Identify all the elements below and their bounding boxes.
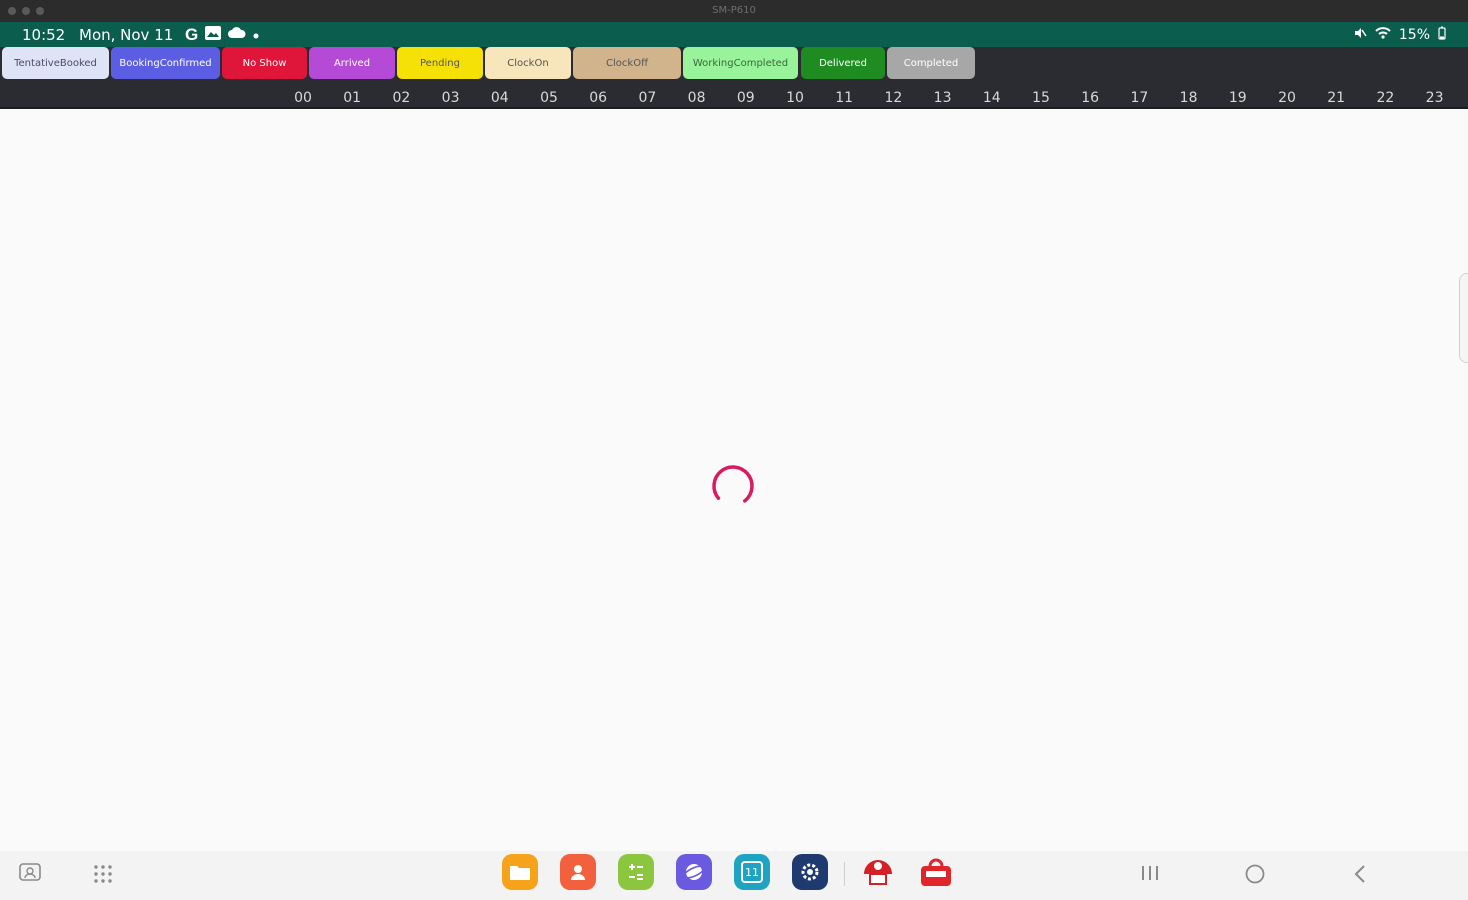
calendar-day: 11	[741, 861, 763, 883]
cloud-icon	[228, 26, 246, 44]
hour-label: 11	[835, 90, 854, 106]
hour-label: 13	[933, 90, 952, 106]
hour-label: 21	[1327, 90, 1346, 106]
battery-percent: 15%	[1398, 27, 1430, 43]
dot-icon	[252, 26, 260, 44]
system-indicators: 15%	[1353, 26, 1446, 44]
hour-label: 03	[441, 90, 460, 106]
hour-label: 08	[687, 90, 706, 106]
legend-chip-arrived[interactable]: Arrived	[309, 47, 395, 79]
hour-label: 20	[1278, 90, 1296, 106]
calculator-icon[interactable]	[618, 854, 654, 890]
hour-label: 16	[1081, 90, 1100, 106]
hour-label: 07	[638, 90, 657, 106]
hour-label: 09	[736, 90, 755, 106]
hour-label: 19	[1228, 90, 1247, 106]
my-files-icon[interactable]	[502, 854, 538, 890]
mute-icon	[1353, 26, 1367, 44]
app-red-shop-icon[interactable]	[918, 854, 954, 890]
legend-chip-bookingconfirmed[interactable]: BookingConfirmed	[111, 47, 220, 79]
hour-label: 17	[1130, 90, 1149, 106]
calendar-icon[interactable]: 11	[734, 854, 770, 890]
status-legend: TentativeBooked BookingConfirmed No Show Ar…	[0, 47, 1468, 81]
loading-spinner	[712, 465, 754, 507]
screenshot-icon[interactable]	[18, 862, 42, 889]
legend-chip-tentativebooked[interactable]: TentativeBooked	[2, 47, 109, 79]
hour-label: 06	[589, 90, 608, 106]
hour-label: 18	[1179, 90, 1198, 106]
legend-chip-completed[interactable]: Completed	[887, 47, 975, 79]
notification-icons: G	[185, 25, 260, 45]
status-bar: 10:52 Mon, Nov 11 G 15%	[0, 22, 1468, 47]
legend-chip-clockoff[interactable]: ClockOff	[573, 47, 681, 79]
legend-chip-no-show[interactable]: No Show	[222, 47, 307, 79]
recents-icon[interactable]	[1140, 864, 1160, 887]
back-icon[interactable]	[1352, 864, 1370, 889]
hour-label: 00	[294, 90, 312, 106]
hour-label: 23	[1425, 90, 1444, 106]
hour-label: 22	[1376, 90, 1395, 106]
hour-label: 04	[490, 90, 509, 106]
hour-label: 01	[343, 90, 362, 106]
hour-label: 10	[786, 90, 804, 106]
status-date: Mon, Nov 11	[79, 26, 174, 44]
photos-icon	[204, 25, 222, 45]
settings-icon[interactable]	[792, 854, 828, 890]
window-titlebar: SM-P610	[0, 0, 1468, 22]
hour-label: 15	[1032, 90, 1050, 106]
hour-label: 14	[982, 90, 1001, 106]
battery-icon	[1438, 26, 1446, 44]
status-time: 10:52	[22, 26, 66, 44]
google-icon: G	[185, 25, 199, 44]
hour-label: 12	[884, 90, 903, 106]
timeline-hours-header: 00 01 02 03 04 05 06 07 08 09 10 11 12 13 14 15 16 17 18 19…	[0, 81, 1468, 109]
hour-label: 05	[540, 90, 558, 106]
home-icon[interactable]	[1244, 863, 1266, 890]
internet-icon[interactable]	[676, 854, 712, 890]
apps-grid-icon[interactable]	[93, 864, 113, 889]
app-red-badge-icon[interactable]	[860, 854, 896, 890]
contacts-icon[interactable]	[560, 854, 596, 890]
legend-chip-workingcompleted[interactable]: WorkingCompleted	[683, 47, 798, 79]
legend-chip-pending[interactable]: Pending	[397, 47, 483, 79]
legend-chip-delivered[interactable]: Delivered	[801, 47, 885, 79]
edge-panel-handle[interactable]	[1459, 273, 1468, 363]
legend-chip-clockon[interactable]: ClockOn	[485, 47, 571, 79]
taskbar-divider	[844, 862, 845, 886]
hour-label: 02	[392, 90, 411, 106]
wifi-icon	[1375, 26, 1391, 44]
window-title: SM-P610	[712, 5, 756, 16]
